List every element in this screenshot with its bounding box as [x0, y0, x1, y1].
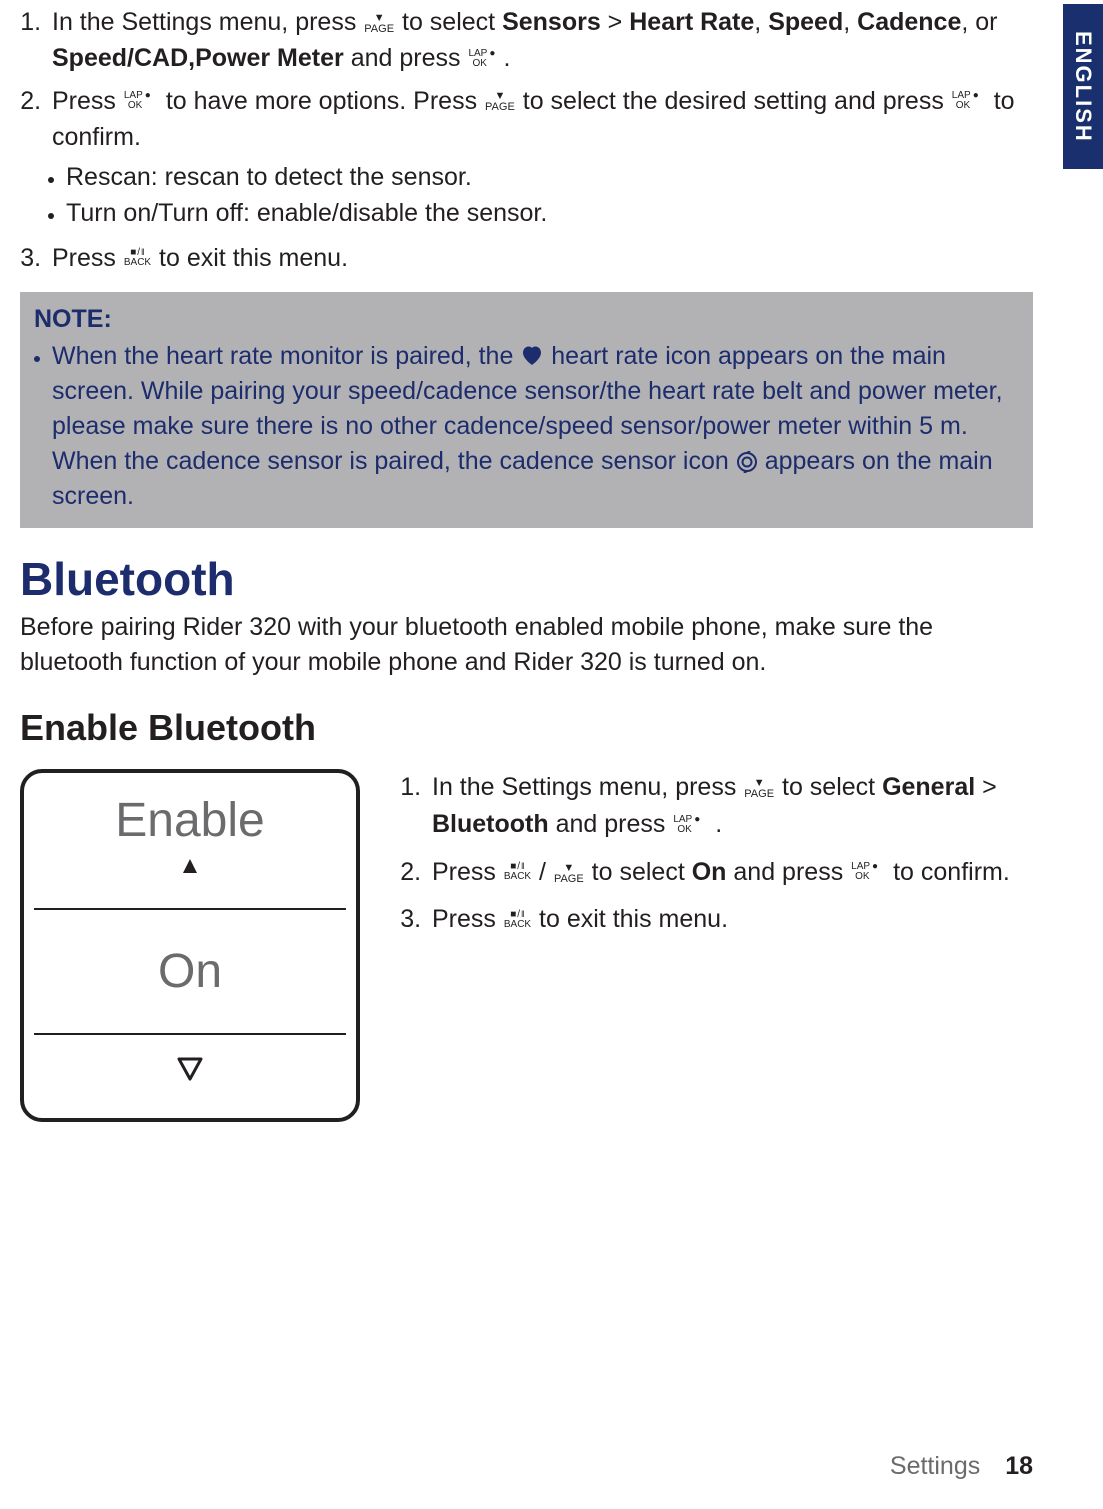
- heart-icon: [520, 342, 551, 370]
- page-down-icon: PAGE: [553, 859, 585, 885]
- back-icon: BACK: [503, 859, 532, 885]
- enable-step-2: Press BACK / PAGE to select On and press…: [428, 854, 1033, 892]
- note-heading: NOTE:: [34, 302, 1019, 337]
- back-icon: BACK: [123, 245, 152, 271]
- lap-ok-icon: LAPOK: [951, 88, 987, 114]
- step-1: In the Settings menu, press PAGE to sele…: [48, 4, 1033, 77]
- page-footer: Settings 18: [890, 1452, 1033, 1481]
- language-tab: ENGLISH: [1063, 4, 1103, 169]
- note-text: When the heart rate monitor is paired, t…: [52, 339, 1019, 514]
- enable-section: Enable On In the Settings menu, press PA…: [20, 769, 1033, 1122]
- lap-ok-icon: LAPOK: [850, 859, 886, 885]
- footer-section: Settings: [890, 1452, 980, 1480]
- step-2: Press LAPOK to have more options. Press …: [48, 83, 1033, 232]
- cadence-icon: [736, 447, 765, 475]
- enable-step-1: In the Settings menu, press PAGE to sele…: [428, 769, 1033, 844]
- back-icon: BACK: [503, 907, 532, 933]
- sub-rescan: Rescan: rescan to detect the sensor.: [66, 159, 1033, 195]
- page-down-icon: PAGE: [363, 9, 395, 35]
- bluetooth-heading: Bluetooth: [20, 552, 1033, 606]
- enable-step-3: Press BACK to exit this menu.: [428, 901, 1033, 939]
- device-row-enable: Enable: [34, 783, 346, 910]
- page-down-icon: PAGE: [484, 88, 516, 114]
- bluetooth-intro: Before pairing Rider 320 with your bluet…: [20, 610, 1033, 681]
- device-row-on: On: [34, 910, 346, 1035]
- page-body: In the Settings menu, press PAGE to sele…: [0, 4, 1103, 1122]
- lap-ok-icon: LAPOK: [467, 46, 503, 72]
- triangle-up-icon: [34, 852, 346, 880]
- lap-ok-icon: LAPOK: [672, 812, 708, 838]
- top-steps: In the Settings menu, press PAGE to sele…: [20, 4, 1033, 276]
- step-2-sublist: Rescan: rescan to detect the sensor. Tur…: [52, 159, 1033, 232]
- device-screen: Enable On: [20, 769, 360, 1122]
- device-row-down: [34, 1035, 346, 1108]
- lap-ok-icon: LAPOK: [123, 88, 159, 114]
- note-box: NOTE: When the heart rate monitor is pai…: [20, 292, 1033, 528]
- enable-steps: In the Settings menu, press PAGE to sele…: [400, 769, 1033, 949]
- page-down-icon: PAGE: [743, 774, 775, 800]
- enable-bluetooth-heading: Enable Bluetooth: [20, 707, 1033, 749]
- triangle-down-outline-icon: [177, 1057, 203, 1086]
- sub-turnon: Turn on/Turn off: enable/disable the sen…: [66, 195, 1033, 231]
- footer-page-number: 18: [1005, 1452, 1033, 1480]
- step-3: Press BACK to exit this menu.: [48, 240, 1033, 276]
